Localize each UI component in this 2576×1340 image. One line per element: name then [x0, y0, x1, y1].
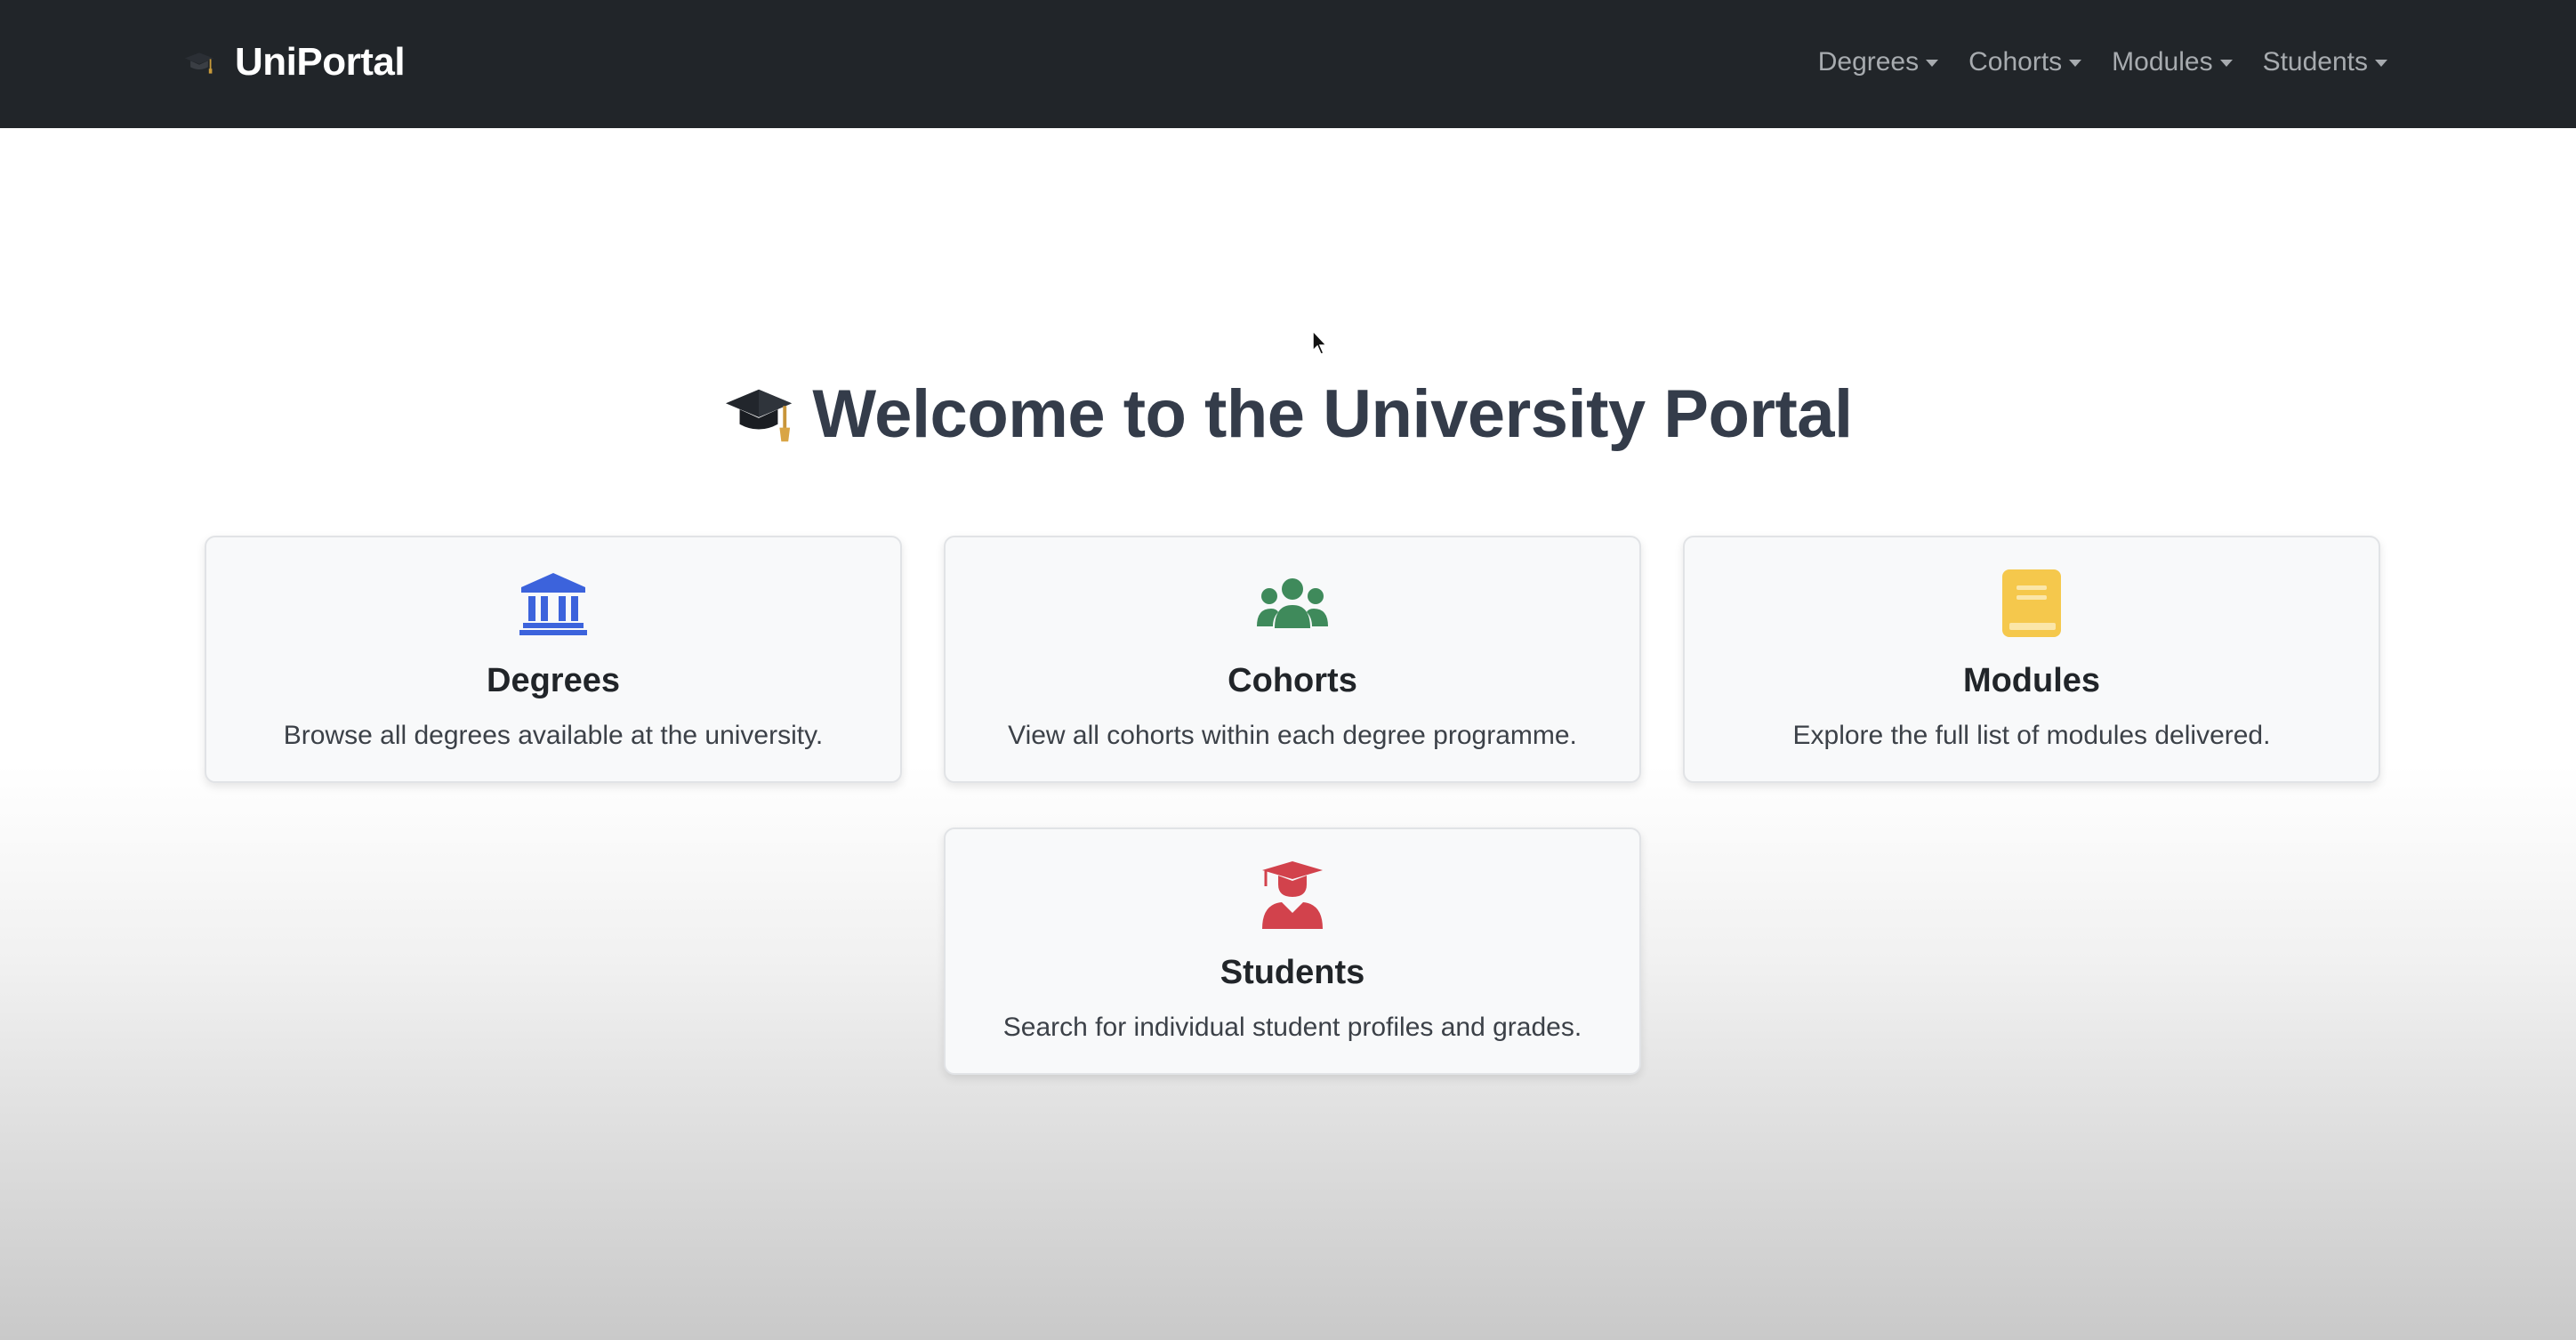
- nav-item-label: Modules: [2112, 47, 2213, 77]
- degrees-card[interactable]: Degrees Browse all degrees available at …: [205, 536, 902, 783]
- brand-link[interactable]: UniPortal: [181, 34, 406, 91]
- page-title: Welcome to the University Portal: [812, 375, 1853, 452]
- nav-dropdown-cohorts[interactable]: Cohorts: [1968, 47, 2082, 77]
- university-building-icon: [206, 568, 900, 639]
- card-description: Browse all degrees available at the univ…: [283, 721, 824, 750]
- caret-down-icon: [2069, 60, 2082, 67]
- graduation-cap-icon: [723, 378, 794, 449]
- card-description: Search for individual student profiles a…: [1002, 1013, 1582, 1042]
- card-description: Explore the full list of modules deliver…: [1792, 721, 2271, 750]
- users-group-icon: [946, 568, 1639, 639]
- page-header: Welcome to the University Portal: [0, 365, 2576, 463]
- graduation-cap-icon: [181, 44, 217, 80]
- nav-dropdown-modules[interactable]: Modules: [2112, 47, 2233, 77]
- nav-dropdown-degrees[interactable]: Degrees: [1817, 47, 1939, 77]
- caret-down-icon: [1926, 60, 1939, 67]
- card-title: Degrees: [487, 662, 620, 699]
- student-graduate-icon: [946, 860, 1639, 931]
- caret-down-icon: [2375, 60, 2387, 67]
- book-icon: [1685, 568, 2379, 639]
- cohorts-card[interactable]: Cohorts View all cohorts within each deg…: [944, 536, 1641, 783]
- students-card[interactable]: Students Search for individual student p…: [944, 827, 1641, 1075]
- card-title: Students: [1220, 954, 1365, 991]
- card-description: View all cohorts within each degree prog…: [1008, 721, 1577, 750]
- caret-down-icon: [2219, 60, 2233, 67]
- nav-menu: Degrees Cohorts Modules Students: [1788, 37, 2387, 87]
- modules-card[interactable]: Modules Explore the full list of modules…: [1683, 536, 2380, 783]
- top-navbar: UniPortal Degrees Cohorts Modules Studen…: [0, 0, 2576, 128]
- card-title: Cohorts: [1228, 662, 1357, 699]
- nav-item-label: Cohorts: [1968, 47, 2063, 77]
- nav-item-label: Degrees: [1817, 47, 1920, 77]
- card-title: Modules: [1962, 662, 2101, 699]
- brand-label: UniPortal: [235, 40, 406, 84]
- mouse-pointer-icon: [1312, 329, 1328, 355]
- nav-item-label: Students: [2262, 47, 2368, 77]
- nav-dropdown-students[interactable]: Students: [2263, 47, 2387, 77]
